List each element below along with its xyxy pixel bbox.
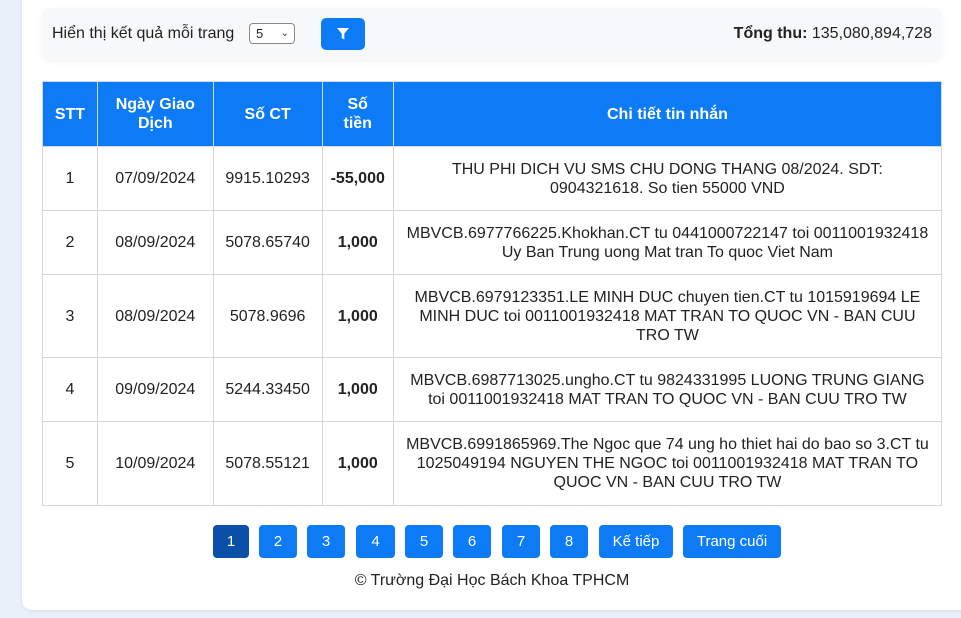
cell-doc-no: 5078.9696: [212, 274, 323, 358]
cell-stt: 1: [42, 146, 98, 211]
chevron-down-icon: ⌄: [280, 28, 289, 39]
cell-detail: MBVCB.6977766225.Khokhan.CT tu 044100072…: [392, 210, 943, 275]
cell-amount: -55,000: [321, 146, 394, 211]
table-row: 3 08/09/2024 5078.9696 1,000 MBVCB.69791…: [42, 274, 943, 358]
per-page-value: 5: [256, 26, 264, 41]
header-amount: Số tiền: [321, 81, 394, 147]
header-stt: STT: [42, 81, 98, 147]
cell-detail: MBVCB.6991865969.The Ngoc que 74 ung ho …: [392, 421, 943, 506]
cell-date: 08/09/2024: [96, 210, 214, 275]
table-row: 5 10/09/2024 5078.55121 1,000 MBVCB.6991…: [42, 421, 943, 506]
header-date: Ngày Giao Dịch: [96, 81, 214, 147]
footer-copyright: © Trường Đại Học Bách Khoa TPHCM: [354, 572, 630, 589]
table-row: 4 09/09/2024 5244.33450 1,000 MBVCB.6987…: [42, 357, 943, 422]
page-3-button[interactable]: 3: [307, 525, 345, 558]
table-header-row: STT Ngày Giao Dịch Số CT Số tiền Chi tiế…: [42, 81, 943, 147]
header-doc-no: Số CT: [212, 81, 323, 147]
table-row: 1 07/09/2024 9915.10293 -55,000 THU PHI …: [42, 146, 943, 211]
cell-amount: 1,000: [321, 210, 394, 275]
cell-doc-no: 9915.10293: [212, 146, 323, 211]
last-page-button[interactable]: Trang cuối: [683, 525, 781, 558]
filter-button[interactable]: [321, 18, 365, 50]
total-value: 135,080,894,728: [811, 25, 932, 42]
toolbar: Hiển thị kết quả mỗi trang 5 ⌄ Tổng thu:…: [42, 8, 942, 60]
cell-date: 10/09/2024: [96, 421, 214, 506]
page-8-button[interactable]: 8: [550, 525, 588, 558]
total-label: Tổng thu:: [733, 25, 808, 42]
table-row: 2 08/09/2024 5078.65740 1,000 MBVCB.6977…: [42, 210, 943, 275]
per-page-label: Hiển thị kết quả mỗi trang: [52, 25, 235, 42]
page-2-button[interactable]: 2: [259, 525, 297, 558]
page-7-button[interactable]: 7: [502, 525, 540, 558]
cell-doc-no: 5078.55121: [212, 421, 323, 506]
cell-amount: 1,000: [321, 274, 394, 358]
cell-detail: MBVCB.6987713025.ungho.CT tu 9824331995 …: [392, 357, 943, 422]
cell-detail: THU PHI DICH VU SMS CHU DONG THANG 08/20…: [392, 146, 943, 211]
page-4-button[interactable]: 4: [356, 525, 395, 558]
header-detail: Chi tiết tin nhắn: [392, 81, 943, 147]
total-revenue: Tổng thu: 135,080,894,728: [734, 25, 932, 43]
cell-detail: MBVCB.6979123351.LE MINH DUC chuyen tien…: [392, 274, 943, 358]
pagination: 1 2 3 4 5 6 7 8 Kế tiếp Trang cuối: [0, 525, 961, 559]
next-page-button[interactable]: Kế tiếp: [599, 525, 673, 558]
cell-amount: 1,000: [321, 357, 394, 422]
filter-icon: [337, 28, 349, 40]
cell-date: 09/09/2024: [96, 357, 214, 422]
page-5-button[interactable]: 5: [405, 525, 443, 558]
cell-date: 08/09/2024: [96, 274, 214, 358]
cell-stt: 5: [42, 421, 98, 506]
page-6-button[interactable]: 6: [453, 525, 491, 558]
cell-stt: 3: [42, 274, 98, 358]
cell-stt: 2: [42, 210, 98, 275]
transactions-table: STT Ngày Giao Dịch Số CT Số tiền Chi tiế…: [42, 81, 943, 506]
page-1-button[interactable]: 1: [213, 525, 249, 558]
per-page-select[interactable]: 5 ⌄: [249, 23, 295, 44]
cell-stt: 4: [42, 357, 98, 422]
cell-doc-no: 5078.65740: [212, 210, 323, 275]
cell-date: 07/09/2024: [96, 146, 214, 211]
cell-amount: 1,000: [321, 421, 394, 506]
cell-doc-no: 5244.33450: [212, 357, 323, 422]
